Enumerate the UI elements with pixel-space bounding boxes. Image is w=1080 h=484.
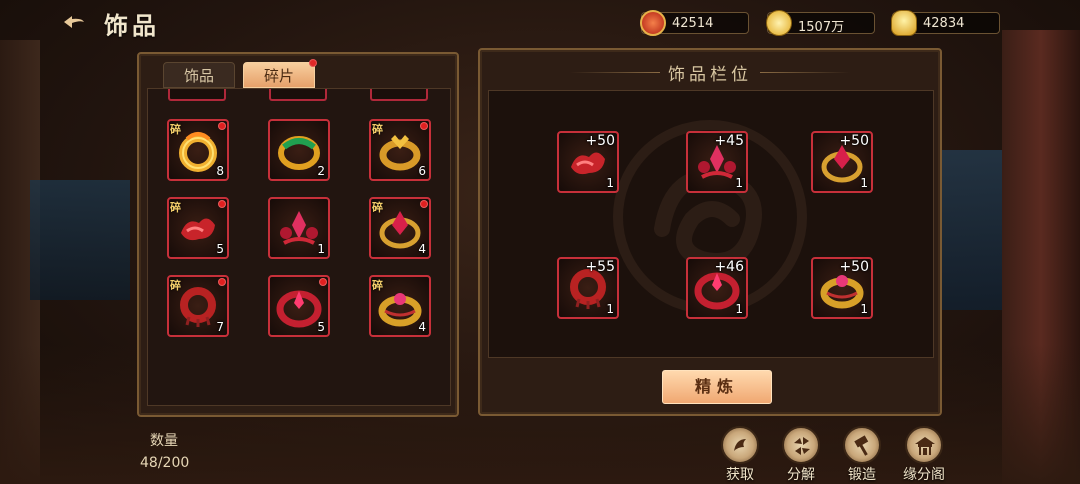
fragment-mark: 碎 <box>170 201 181 214</box>
title-ornament-right <box>760 72 850 73</box>
partial-item[interactable] <box>168 89 226 101</box>
inventory-item[interactable]: 碎 5 <box>167 197 229 259</box>
notification-dot <box>309 59 317 67</box>
resource-gold-ingot[interactable]: 42834 <box>891 10 1000 36</box>
new-item-dot <box>420 122 428 130</box>
partial-item[interactable] <box>269 89 327 101</box>
equipped-slot[interactable]: +55 1 <box>557 257 619 319</box>
gold-coin-icon <box>766 10 792 36</box>
item-count: 7 <box>216 320 224 334</box>
equipped-slot[interactable]: +46 1 <box>686 257 748 319</box>
pavilion-button[interactable]: 缘分阁 <box>898 426 950 484</box>
inventory-panel: 饰品 碎片 碎 8 2 碎 6 碎 5 1 碎 4 碎 7 5 碎 4 <box>137 52 459 417</box>
fragment-mark: 碎 <box>372 201 383 214</box>
decompose-icon <box>782 426 820 464</box>
item-count: 1 <box>735 302 743 316</box>
action-label: 锻造 <box>848 467 876 483</box>
forge-button[interactable]: 锻造 <box>836 426 888 484</box>
fragment-mark: 碎 <box>170 123 181 136</box>
resource-red-gem[interactable]: 42514 <box>640 10 749 36</box>
inventory-item[interactable]: 碎 4 <box>369 197 431 259</box>
item-count: 1 <box>317 242 325 256</box>
tab-fragments[interactable]: 碎片 <box>243 59 317 88</box>
pavilion-icon <box>905 426 943 464</box>
action-label: 获取 <box>726 467 754 483</box>
item-count: 2 <box>317 164 325 178</box>
new-item-dot <box>319 278 327 286</box>
enhance-level: +50 <box>585 133 615 149</box>
resource-gold-coin[interactable]: 1507万 <box>766 10 875 36</box>
inventory-item[interactable]: 碎 4 <box>369 275 431 337</box>
new-item-dot <box>218 122 226 130</box>
item-count: 1 <box>606 302 614 316</box>
fragment-mark: 碎 <box>372 279 383 292</box>
new-item-dot <box>218 278 226 286</box>
gold-ingot-icon <box>891 10 917 36</box>
inventory-item[interactable]: 碎 6 <box>369 119 431 181</box>
tab-ornaments[interactable]: 饰品 <box>163 62 235 88</box>
partial-item[interactable] <box>370 89 428 101</box>
new-item-dot <box>420 200 428 208</box>
action-label: 分解 <box>787 467 815 483</box>
equipped-slot[interactable]: +50 1 <box>811 131 873 193</box>
new-item-dot <box>218 200 226 208</box>
enhance-level: +46 <box>714 259 744 275</box>
item-count: 5 <box>317 320 325 334</box>
decompose-button[interactable]: 分解 <box>775 426 827 484</box>
inventory-item[interactable]: 碎 7 <box>167 275 229 337</box>
item-count: 1 <box>606 176 614 190</box>
fragment-mark: 碎 <box>170 279 181 292</box>
obtain-icon <box>721 426 759 464</box>
resource-value: 42514 <box>672 16 714 31</box>
inventory-grid[interactable]: 碎 8 2 碎 6 碎 5 1 碎 4 碎 7 5 碎 4 <box>147 88 451 406</box>
slots-title: 饰品栏位 <box>668 65 752 85</box>
background-window-left <box>30 180 130 300</box>
obtain-button[interactable]: 获取 <box>714 426 766 484</box>
item-count: 4 <box>418 320 426 334</box>
header-bar: 饰品 42514 1507万 42834 <box>0 0 1080 44</box>
red-gem-icon <box>640 10 666 36</box>
back-arrow-icon[interactable] <box>62 14 86 30</box>
inventory-item[interactable]: 5 <box>268 275 330 337</box>
forge-hammer-icon <box>843 426 881 464</box>
item-count: 1 <box>860 302 868 316</box>
item-count: 6 <box>418 164 426 178</box>
inventory-item[interactable]: 2 <box>268 119 330 181</box>
equipped-slot[interactable]: +45 1 <box>686 131 748 193</box>
equipped-slot[interactable]: +50 1 <box>557 131 619 193</box>
resource-value: 1507万 <box>798 20 845 35</box>
enhance-level: +50 <box>839 259 869 275</box>
enhance-level: +50 <box>839 133 869 149</box>
refine-button[interactable]: 精炼 <box>662 370 772 404</box>
item-count: 4 <box>418 242 426 256</box>
fragment-mark: 碎 <box>372 123 383 136</box>
equipped-slots-panel: 饰品栏位 +50 1 +45 1 +50 1 +55 1 +46 1 +50 1… <box>478 48 942 416</box>
quantity-value: 48/200 <box>140 455 190 471</box>
quantity-label: 数量 <box>150 433 178 449</box>
item-count: 5 <box>216 242 224 256</box>
enhance-level: +45 <box>714 133 744 149</box>
item-count: 8 <box>216 164 224 178</box>
item-count: 1 <box>735 176 743 190</box>
inventory-item[interactable]: 1 <box>268 197 330 259</box>
inventory-item[interactable]: 碎 8 <box>167 119 229 181</box>
action-label: 缘分阁 <box>903 467 945 483</box>
tab-label: 饰品 <box>183 67 214 85</box>
enhance-level: +55 <box>585 259 615 275</box>
partial-row <box>148 89 450 103</box>
resource-value: 42834 <box>923 16 965 31</box>
equipped-slot[interactable]: +50 1 <box>811 257 873 319</box>
slots-area: +50 1 +45 1 +50 1 +55 1 +46 1 +50 1 <box>488 90 934 358</box>
page-title: 饰品 <box>104 12 160 40</box>
item-count: 1 <box>860 176 868 190</box>
tab-label: 碎片 <box>263 67 294 85</box>
